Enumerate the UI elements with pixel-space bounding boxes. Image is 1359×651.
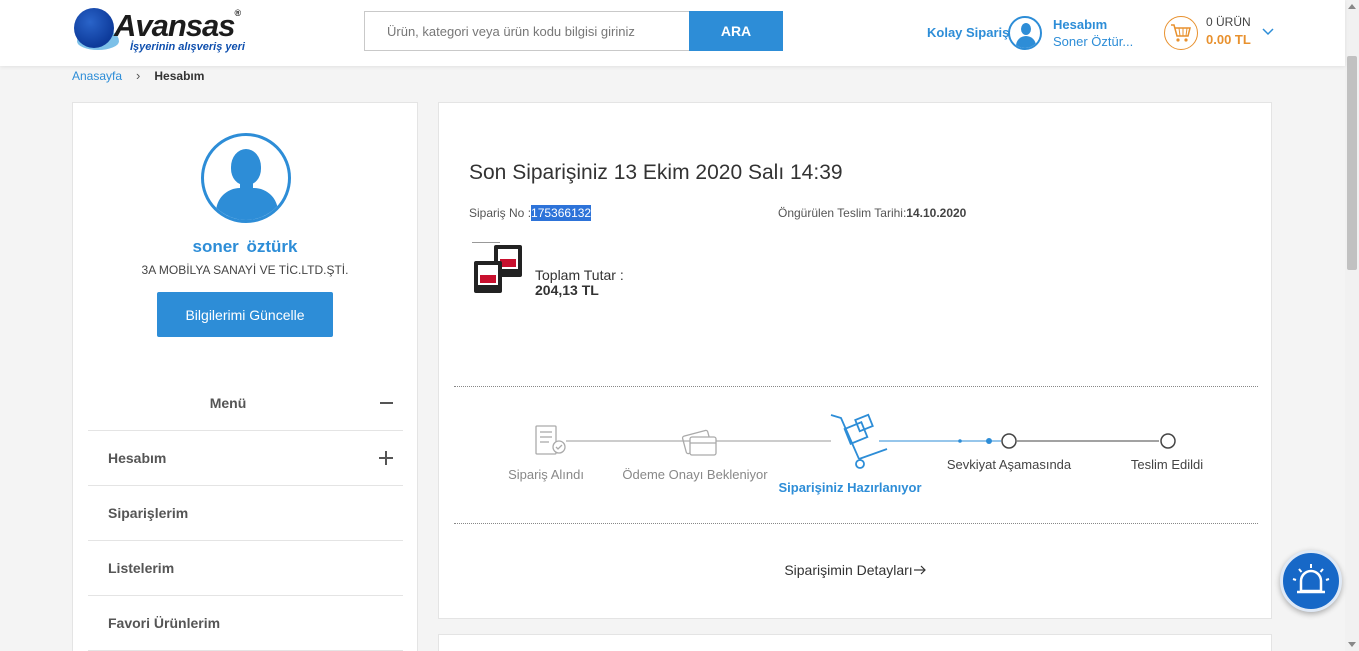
arrow-right-icon[interactable] (913, 565, 926, 575)
account-name[interactable]: Soner Öztür... (1053, 34, 1133, 49)
breadcrumb-separator: › (136, 68, 141, 83)
product-thumbnail[interactable] (472, 241, 526, 297)
scroll-up-icon[interactable] (1348, 4, 1356, 9)
bell-alert-icon[interactable] (1280, 550, 1342, 612)
order-number-label: Sipariş No : (469, 206, 532, 220)
expand-icon[interactable] (379, 451, 393, 465)
menu-title: Menü (209, 395, 247, 411)
order-number: Sipariş No :175366132 (469, 205, 592, 221)
delivery-label: Öngürülen Teslim Tarihi: (778, 206, 907, 220)
sidebar-item-hesabim[interactable]: Hesabım (88, 431, 403, 486)
kolay-siparis-link[interactable]: Kolay Sipariş (927, 25, 1009, 40)
step-shipping: Sevkiyat Aşamasında (946, 457, 1072, 472)
page-scrollbar[interactable] (1345, 0, 1359, 651)
breadcrumb: Anasayfa › Hesabım (72, 68, 204, 83)
shipping-step-marker (1001, 433, 1017, 449)
collapse-icon[interactable] (380, 402, 393, 404)
sidebar-item-label: Favori Ürünlerim (108, 615, 221, 631)
search-button[interactable]: ARA (689, 11, 783, 51)
step-payment-pending: Ödeme Onayı Bekleniyor (622, 467, 768, 482)
total-value: 204,13 TL (535, 282, 599, 298)
account-sidebar: soner öztürk 3A MOBİLYA SANAYİ VE TİC.LT… (72, 102, 418, 651)
sidebar-item-favori-urunlerim[interactable]: Favori Ürünlerim (88, 596, 403, 651)
account-title[interactable]: Hesabım (1053, 17, 1107, 32)
delivered-step-marker (1160, 433, 1176, 449)
cart-total[interactable]: 0.00 TL (1206, 32, 1251, 47)
order-title: Son Siparişiniz 13 Ekim 2020 Salı 14:39 (469, 161, 843, 184)
sidebar-item-label: Listelerim (108, 560, 175, 576)
sidebar-item-listelerim[interactable]: Listelerim (88, 541, 403, 596)
search-bar: ARA (364, 11, 783, 51)
last-order-card: Son Siparişiniz 13 Ekim 2020 Salı 14:39 … (438, 102, 1272, 619)
next-card (438, 634, 1272, 651)
site-header: Avansas® İşyerinin alışveriş yeri ARA Ko… (0, 0, 1345, 66)
avansas-logo[interactable]: Avansas® İşyerinin alışveriş yeri (74, 6, 274, 58)
order-details-link[interactable]: Siparişimin Detayları (439, 562, 1271, 578)
company-name: 3A MOBİLYA SANAYİ VE TİC.LTD.ŞTİ. (141, 263, 349, 277)
cart-icon[interactable] (1164, 16, 1198, 50)
divider-top (454, 386, 1258, 387)
divider-bottom (454, 523, 1258, 524)
logo-tagline: İşyerinin alışveriş yeri (130, 41, 245, 53)
step-order-received: Sipariş Alındı (508, 467, 584, 482)
scrollbar-thumb[interactable] (1347, 56, 1357, 270)
sidebar-item-label: Hesabım (108, 450, 167, 466)
user-icon[interactable] (1008, 16, 1042, 50)
order-number-value[interactable]: 175366132 (531, 205, 592, 221)
payment-card-icon (681, 429, 717, 456)
logo-circle (74, 8, 114, 48)
order-received-icon (535, 425, 566, 455)
estimated-delivery: Öngürülen Teslim Tarihi:14.10.2020 (778, 206, 966, 220)
hand-truck-icon (830, 413, 888, 469)
update-info-button[interactable]: Bilgilerimi Güncelle (157, 292, 333, 337)
search-input[interactable] (364, 11, 689, 51)
breadcrumb-current: Hesabım (154, 68, 205, 83)
avatar (201, 133, 291, 223)
step-preparing: Siparişiniz Hazırlanıyor (778, 480, 922, 495)
order-details-label[interactable]: Siparişimin Detayları (784, 562, 912, 578)
sidebar-item-label: Siparişlerim (108, 505, 189, 521)
logo-wordmark: Avansas® (114, 8, 241, 43)
user-name: soner öztürk (192, 237, 298, 256)
sidebar-item-siparislerim[interactable]: Siparişlerim (88, 486, 403, 541)
total-label: Toplam Tutar : (535, 267, 624, 283)
menu-header[interactable]: Menü (88, 375, 403, 431)
step-delivered: Teslim Edildi (1130, 457, 1204, 472)
delivery-date: 14.10.2020 (906, 206, 967, 220)
chevron-down-icon[interactable] (1262, 26, 1274, 36)
breadcrumb-home[interactable]: Anasayfa (72, 69, 122, 83)
scroll-down-icon[interactable] (1348, 642, 1356, 647)
cart-count[interactable]: 0 ÜRÜN (1206, 15, 1251, 29)
